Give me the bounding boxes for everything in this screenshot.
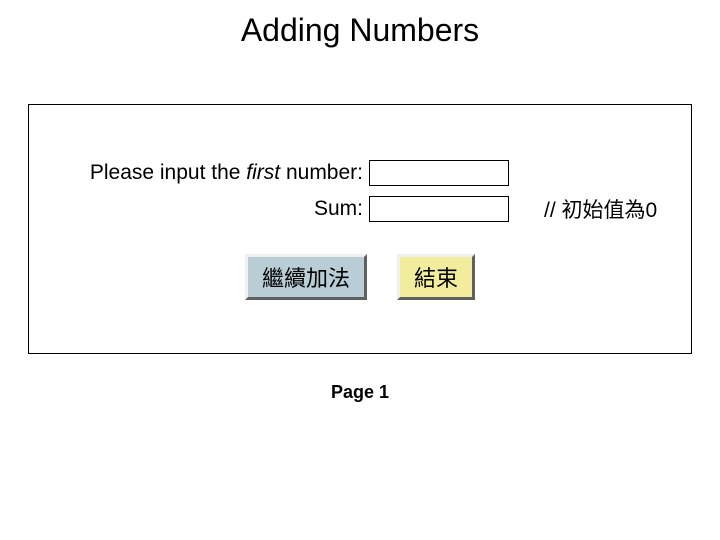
sum-output[interactable] bbox=[369, 196, 509, 222]
prompt-prefix: Please input the bbox=[90, 161, 246, 184]
sum-row: Sum: // 初始值為0 bbox=[29, 194, 691, 224]
number-input[interactable] bbox=[369, 160, 509, 186]
button-row: 繼續加法 結束 bbox=[29, 254, 691, 300]
page-title: Adding Numbers bbox=[0, 0, 720, 59]
sum-label: Sum: bbox=[29, 197, 369, 221]
sum-annotation: // 初始值為0 bbox=[514, 194, 657, 224]
end-button[interactable]: 結束 bbox=[397, 254, 475, 300]
prompt-suffix: number: bbox=[280, 161, 363, 184]
input-number-label: Please input the first number: bbox=[29, 161, 369, 185]
page-number: Page 1 bbox=[0, 382, 720, 403]
continue-button[interactable]: 繼續加法 bbox=[245, 254, 367, 300]
prompt-italic-word: first bbox=[246, 161, 280, 184]
input-number-row: Please input the first number: bbox=[29, 160, 691, 186]
input-panel: Please input the first number: Sum: // 初… bbox=[28, 104, 692, 354]
